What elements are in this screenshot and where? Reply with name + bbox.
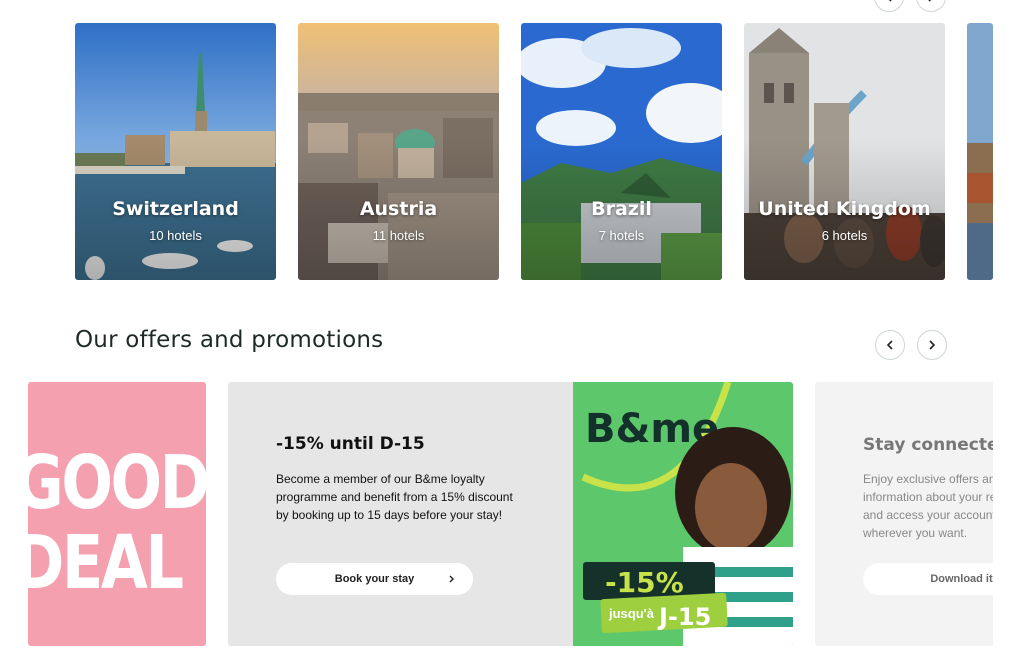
book-your-stay-label: Book your stay (334, 573, 415, 585)
chevron-left-icon (886, 340, 893, 350)
chevron-right-icon (449, 575, 454, 583)
chevron-right-icon (928, 0, 932, 2)
destination-name: Austria (359, 198, 438, 220)
destination-card-partial[interactable] (967, 23, 993, 280)
offer-description: Become a member of our B&me loyalty prog… (276, 472, 513, 522)
offer-title: -15% until D-15 (276, 434, 425, 454)
destination-name: United Kingdom (758, 198, 931, 220)
offers-section-title: Our offers and promotions (75, 327, 384, 353)
loyalty-offer-image: B&me -15% jusqu'à J-15 (573, 382, 793, 646)
good-deal-line-1: GOOD (28, 440, 206, 526)
destination-card-united-kingdom[interactable]: United Kingdom 6 hotels (744, 23, 945, 280)
book-your-stay-button[interactable]: Book your stay (276, 563, 473, 595)
good-deal-line-2: DEAL (28, 520, 184, 606)
badge-sub-label: jusqu'à (608, 606, 655, 621)
destinations-carousel-nav (874, 0, 946, 12)
destination-card-brazil[interactable]: Brazil 7 hotels (521, 23, 722, 280)
chevron-left-icon (888, 0, 892, 2)
offers-next-button[interactable] (917, 330, 947, 360)
badge-sub-value: J-15 (657, 603, 711, 631)
destinations-prev-button[interactable] (874, 0, 904, 12)
offers-prev-button[interactable] (875, 330, 905, 360)
destination-hotel-count: 6 hotels (821, 228, 868, 243)
destination-name: Switzerland (112, 198, 239, 220)
chevron-right-icon (929, 340, 936, 350)
stay-connected-card: Stay connected Enjoy exclusive offers an… (815, 382, 993, 646)
download-app-label: Download it (930, 573, 993, 585)
good-deal-card[interactable]: GOOD DEAL (28, 382, 206, 646)
badge-percent: -15% (605, 566, 684, 599)
partial-destination-photo (967, 23, 993, 280)
destination-hotel-count: 11 hotels (372, 228, 425, 243)
destination-name: Brazil (591, 198, 652, 220)
destinations-next-button[interactable] (916, 0, 946, 12)
stay-connected-title: Stay connected (863, 435, 993, 455)
loyalty-offer-card: -15% until D-15 Become a member of our B… (228, 382, 793, 646)
destination-hotel-count: 10 hotels (149, 228, 202, 243)
offers-carousel-nav (875, 330, 947, 360)
destination-card-austria[interactable]: Austria 11 hotels (298, 23, 499, 280)
destination-hotel-count: 7 hotels (598, 228, 645, 243)
download-app-button[interactable]: Download it (863, 563, 993, 595)
destination-card-switzerland[interactable]: Switzerland 10 hotels (75, 23, 276, 280)
offers-carousel: GOOD DEAL -15% until D-15 Become a membe… (28, 382, 993, 646)
destinations-carousel: Switzerland 10 hotels Austria 11 hotels (75, 23, 993, 280)
stay-connected-description: Enjoy exclusive offers and information a… (863, 472, 993, 540)
